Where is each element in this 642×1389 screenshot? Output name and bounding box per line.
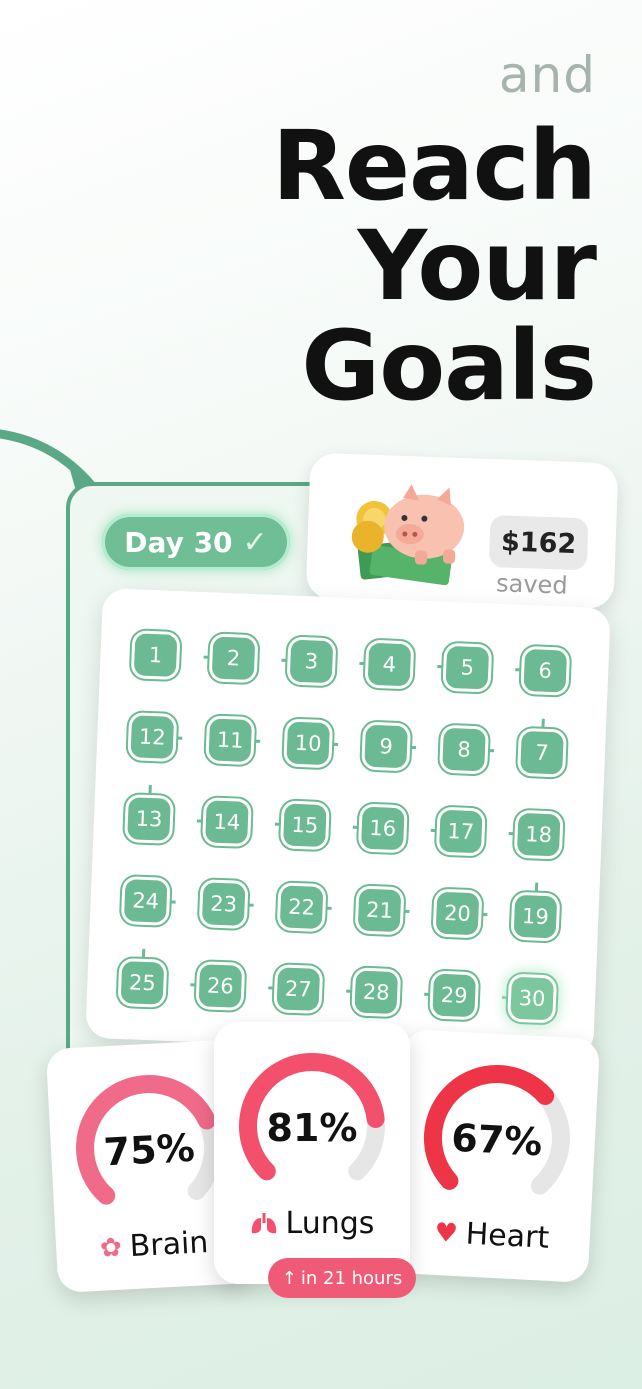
heart-icon: ♥	[433, 1217, 459, 1249]
day-tile-7[interactable]: 7	[520, 730, 564, 775]
day-tile-2[interactable]: 2	[211, 636, 256, 681]
day-tile-4[interactable]: 4	[367, 642, 412, 687]
day-tile-26[interactable]: 26	[198, 964, 243, 1008]
day-tile-13[interactable]: 13	[127, 797, 171, 841]
day-badge: Day 30 ✓	[102, 514, 290, 570]
day-tile-25[interactable]: 25	[120, 961, 165, 1005]
saved-amount: $162	[488, 514, 589, 571]
arrow-up-icon: ↑	[281, 1267, 297, 1289]
day-tile-9[interactable]: 9	[364, 724, 408, 769]
lungs-label-row: Lungs	[214, 1206, 410, 1241]
day-tile-27[interactable]: 27	[276, 967, 321, 1011]
day-tile-21[interactable]: 21	[357, 888, 402, 933]
day-tile-24[interactable]: 24	[123, 879, 168, 923]
check-icon: ✓	[242, 524, 268, 560]
day-tile-5[interactable]: 5	[445, 645, 490, 690]
lungs-label: Lungs	[285, 1206, 375, 1241]
lungs-recovery-badge: ↑ in 21 hours	[268, 1258, 416, 1298]
headline-reach: Reach	[271, 110, 597, 222]
day-tile-23[interactable]: 23	[201, 882, 246, 926]
day-tile-1[interactable]: 1	[133, 633, 178, 677]
lungs-icon	[251, 1212, 276, 1233]
day-label: Day 30	[124, 525, 233, 559]
day-tile-10[interactable]: 10	[286, 721, 330, 766]
day-tile-14[interactable]: 14	[205, 800, 249, 844]
piggy-bank-icon	[351, 484, 465, 586]
day-tile-11[interactable]: 11	[208, 718, 253, 763]
day-tile-15[interactable]: 15	[283, 803, 327, 848]
heart-card[interactable]: 67% ♥ Heart	[391, 1029, 601, 1283]
day-tile-17[interactable]: 17	[438, 809, 483, 854]
heart-label: Heart	[464, 1216, 551, 1256]
day-tile-12[interactable]: 12	[130, 715, 175, 759]
savings-card: $162 saved	[305, 452, 619, 610]
brain-label: Brain	[128, 1225, 210, 1265]
day-tile-22[interactable]: 22	[279, 885, 324, 930]
saved-label: saved	[495, 569, 569, 600]
day-tile-6[interactable]: 6	[523, 648, 568, 693]
lungs-percent: 81%	[266, 1106, 358, 1150]
day-tile-3[interactable]: 3	[289, 639, 334, 684]
headline-and: and	[498, 46, 596, 104]
day-tile-29[interactable]: 29	[432, 973, 476, 1018]
headline-your: Your	[357, 210, 597, 322]
headline-goals: Goals	[301, 310, 597, 422]
day-tile-28[interactable]: 28	[354, 970, 399, 1015]
day-tile-20[interactable]: 20	[435, 891, 480, 936]
lungs-badge-text: in 21 hours	[300, 1267, 403, 1289]
day-tile-30[interactable]: 30	[510, 976, 554, 1021]
day-tile-16[interactable]: 16	[360, 806, 405, 851]
day-tile-19[interactable]: 19	[513, 894, 558, 939]
lungs-card[interactable]: 81% Lungs	[214, 1022, 410, 1284]
brain-icon: ✿	[99, 1232, 123, 1264]
day-tile-8[interactable]: 8	[442, 727, 486, 772]
day-tile-18[interactable]: 18	[516, 812, 561, 857]
day-grid-card: 1 2 3 4 5 6 7 8 9 10 11 12 13 14 15 16 17 18 19 20 21 22 23 24 2…	[85, 587, 611, 1059]
